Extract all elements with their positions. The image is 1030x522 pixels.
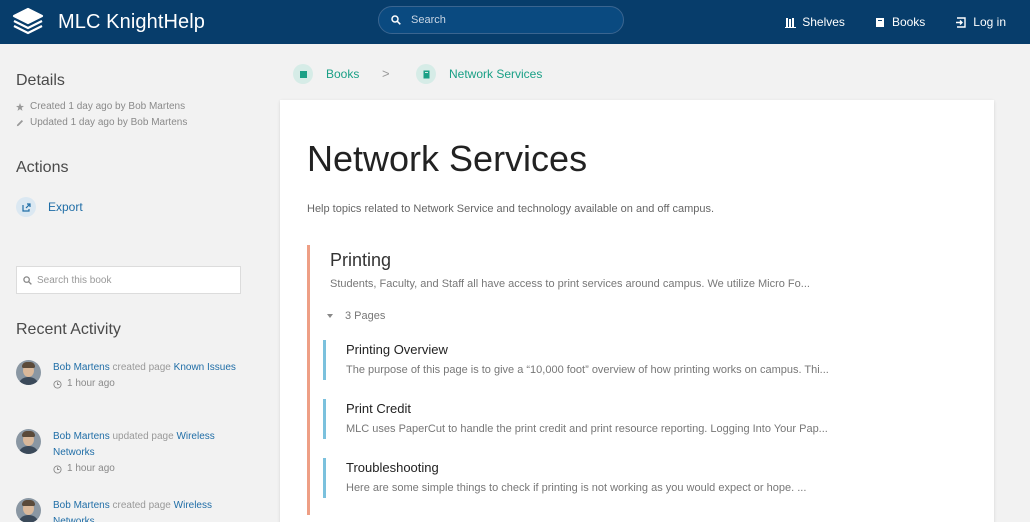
page-title-link[interactable]: Print Credit	[346, 401, 411, 416]
chapter-title[interactable]: Printing	[330, 250, 391, 271]
page-title-link[interactable]: Printing Overview	[346, 342, 448, 357]
book-icon	[416, 64, 436, 84]
caret-down-icon	[327, 314, 333, 318]
breadcrumb-current-label: Network Services	[449, 67, 543, 81]
page-item[interactable]: Print Credit MLC uses PaperCut to handle…	[323, 399, 953, 439]
avatar	[16, 360, 41, 385]
search-icon	[23, 275, 32, 285]
nav-shelves[interactable]: Shelves	[785, 15, 845, 29]
breadcrumb-current-book[interactable]: Network Services	[416, 64, 542, 84]
header-nav: Shelves Books Log in	[785, 0, 1030, 44]
activity-user[interactable]: Bob Martens	[53, 431, 110, 442]
login-icon	[956, 16, 966, 28]
stack-logo-icon	[12, 7, 44, 35]
export-button[interactable]: Export	[16, 197, 83, 217]
search-input[interactable]	[411, 14, 611, 26]
avatar	[16, 498, 41, 522]
shelves-icon	[785, 17, 797, 28]
activity-time-text: 1 hour ago	[67, 463, 115, 474]
activity-item: Bob Martens updated page Wireless Networ…	[16, 429, 251, 477]
chapter-printing[interactable]: Printing Students, Faculty, and Staff al…	[307, 245, 967, 515]
left-sidebar: Details Created 1 day ago by Bob Martens…	[0, 44, 260, 522]
star-icon	[16, 102, 24, 111]
activity-verb: created page	[112, 500, 171, 511]
app-logo[interactable]: MLC KnightHelp	[10, 4, 205, 40]
breadcrumb-separator-icon: >	[382, 66, 390, 81]
clock-icon	[53, 379, 62, 389]
actions-heading: Actions	[16, 159, 69, 176]
nav-books[interactable]: Books	[875, 15, 925, 29]
activity-item: Bob Martens created page Wireless Networ…	[16, 498, 251, 522]
activity-verb: created page	[112, 362, 171, 373]
created-meta: Created 1 day ago by Bob Martens	[16, 101, 185, 112]
updated-meta: Updated 1 day ago by Bob Martens	[16, 117, 187, 128]
book-content-card: Network Services Help topics related to …	[280, 100, 994, 522]
search-icon	[391, 15, 401, 25]
book-description: Help topics related to Network Service a…	[307, 203, 715, 215]
recent-activity-heading: Recent Activity	[16, 321, 121, 338]
activity-time-text: 1 hour ago	[67, 378, 115, 389]
global-search[interactable]	[378, 6, 624, 34]
page-count: 3 Pages	[345, 310, 386, 322]
activity-time: 1 hour ago	[53, 376, 236, 392]
activity-user[interactable]: Bob Martens	[53, 362, 110, 373]
activity-item: Bob Martens created page Known Issues 1 …	[16, 360, 251, 392]
clock-icon	[53, 464, 62, 474]
page-excerpt: MLC uses PaperCut to handle the print cr…	[346, 423, 828, 435]
activity-verb: updated page	[112, 431, 174, 442]
pencil-icon	[16, 119, 24, 126]
page-title-link[interactable]: Troubleshooting	[346, 460, 439, 475]
page-title: Network Services	[307, 138, 588, 179]
chapter-excerpt: Students, Faculty, and Staff all have ac…	[330, 278, 810, 290]
page-item[interactable]: Troubleshooting Here are some simple thi…	[323, 458, 953, 498]
activity-target-link[interactable]: Known Issues	[174, 362, 236, 373]
book-search[interactable]	[16, 266, 241, 294]
book-search-input[interactable]	[37, 274, 227, 286]
avatar	[16, 429, 41, 454]
page-excerpt: The purpose of this page is to give a “1…	[346, 364, 829, 376]
nav-login[interactable]: Log in	[955, 15, 1006, 29]
top-header: MLC KnightHelp Shelves Books	[0, 0, 1030, 44]
breadcrumb-books[interactable]: Books	[293, 64, 359, 84]
export-label: Export	[48, 200, 83, 214]
created-text: Created 1 day ago by Bob Martens	[30, 101, 186, 112]
export-icon	[16, 197, 36, 217]
activity-user[interactable]: Bob Martens	[53, 500, 110, 511]
nav-shelves-label: Shelves	[802, 15, 845, 29]
book-icon	[875, 17, 884, 27]
updated-text: Updated 1 day ago by Bob Martens	[30, 117, 188, 128]
page-excerpt: Here are some simple things to check if …	[346, 482, 807, 494]
page-item[interactable]: Printing Overview The purpose of this pa…	[323, 340, 953, 380]
nav-books-label: Books	[891, 15, 926, 29]
details-heading: Details	[16, 72, 65, 89]
nav-login-label: Log in	[973, 15, 1006, 29]
chapter-pages-toggle[interactable]: 3 Pages	[327, 310, 385, 322]
books-icon	[293, 64, 313, 84]
app-title: MLC KnightHelp	[58, 10, 206, 33]
breadcrumb-books-label: Books	[326, 67, 360, 81]
activity-time: 1 hour ago	[53, 461, 251, 477]
